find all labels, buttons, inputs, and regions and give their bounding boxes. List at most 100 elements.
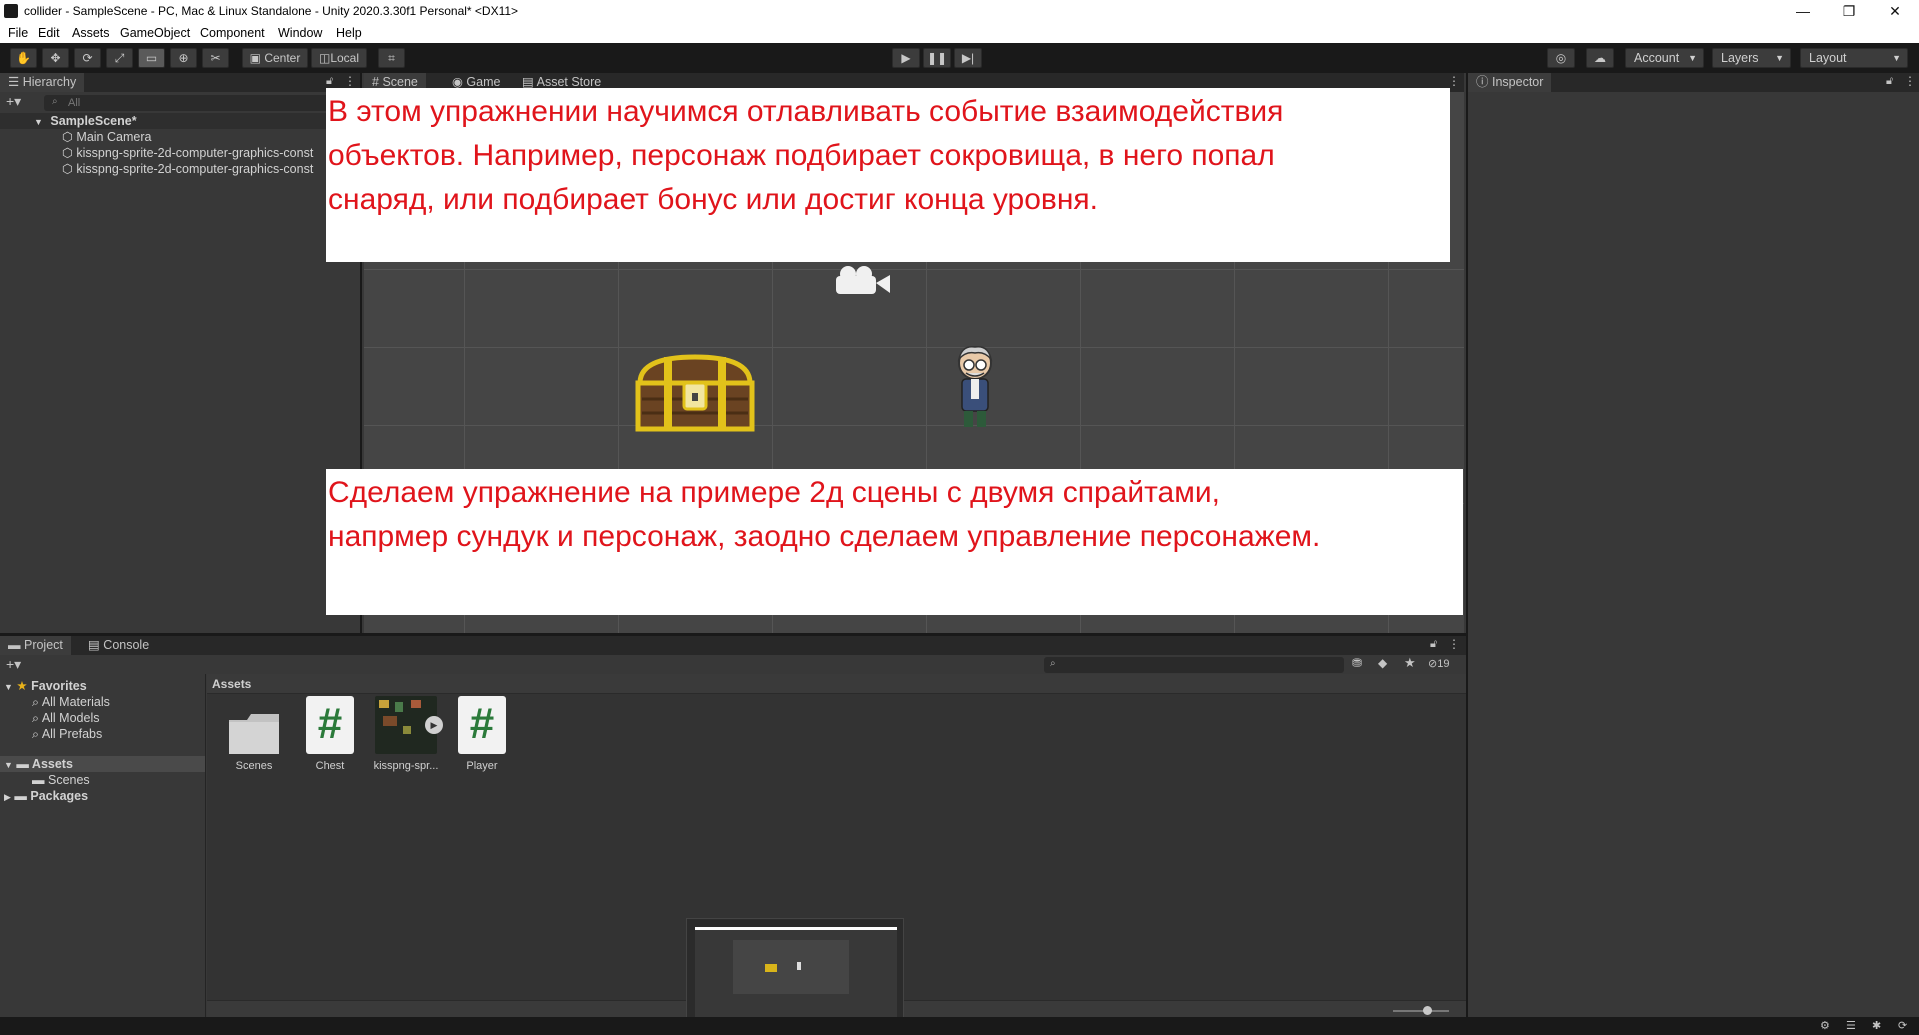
auto-generate-lighting-icon[interactable]: ⚙ — [1820, 1019, 1830, 1032]
tree-favorite-item[interactable]: ⌕ All Models — [32, 710, 99, 726]
more-options-icon[interactable]: ⋮ — [1448, 637, 1460, 651]
pause-button[interactable]: ❚❚ — [923, 48, 951, 68]
hierarchy-search-input[interactable]: All — [44, 95, 354, 111]
close-button[interactable]: ✕ — [1872, 1, 1918, 21]
account-label: Account — [1634, 51, 1680, 65]
menu-component[interactable]: Component — [200, 26, 265, 40]
cloud-icon[interactable]: ☁ — [1586, 48, 1614, 68]
filter-label-icon[interactable]: ◆ — [1378, 656, 1387, 670]
hierarchy-item[interactable]: ⬡ kisspng-sprite-2d-computer-graphics-co… — [62, 161, 313, 177]
favorite-star-icon[interactable]: ★ — [1404, 655, 1416, 671]
tutorial-note-bottom: Сделаем упражнение на примере 2д сцены с… — [326, 469, 1463, 615]
pivot-center-toggle[interactable]: ▣ Center — [242, 48, 308, 68]
layers-dropdown[interactable]: Layers ▼ — [1712, 48, 1791, 68]
tab-console[interactable]: ▤ Console — [80, 636, 157, 655]
list-icon: ☰ — [8, 75, 20, 89]
breadcrumb: Assets — [207, 674, 1466, 694]
grid-snap-icon[interactable]: ⌗ — [378, 48, 405, 68]
menu-edit[interactable]: Edit — [38, 26, 60, 40]
account-dropdown[interactable]: Account ▼ — [1625, 48, 1704, 68]
hierarchy-header: ☰ Hierarchy 🔓︎ ⋮ — [0, 73, 360, 92]
preview-image — [695, 927, 897, 1030]
breadcrumb-assets[interactable]: Assets — [212, 677, 251, 691]
custom-tool-icon[interactable]: ✂ — [202, 48, 229, 68]
add-object-button[interactable]: +▾ — [6, 93, 21, 110]
restore-button[interactable]: ❐ — [1826, 1, 1872, 21]
main-toolbar: ✋ ✥ ⟳ ⤢ ▭ ⊕ ✂ ▣ Center ◫Local ⌗ ▶ ❚❚ ▶| … — [0, 43, 1919, 73]
lock-icon[interactable]: 🔓︎ — [1430, 638, 1437, 651]
layout-label: Layout — [1809, 51, 1847, 65]
tree-assets[interactable]: ▼ ▬ Assets — [0, 756, 205, 772]
tab-project[interactable]: ▬ Project — [0, 636, 71, 655]
menu-gameobject[interactable]: GameObject — [120, 26, 190, 40]
space-local-toggle[interactable]: ◫Local — [311, 48, 367, 68]
lock-icon[interactable]: 🔓︎ — [1886, 75, 1893, 88]
collab-icon[interactable]: ◎ — [1547, 48, 1575, 68]
camera-gizmo-icon[interactable] — [830, 261, 894, 300]
play-button[interactable]: ▶ — [892, 48, 920, 68]
inspector-tab-label: Inspector — [1492, 75, 1544, 89]
hierarchy-item[interactable]: ⬡ kisspng-sprite-2d-computer-graphics-co… — [62, 145, 313, 161]
tab-hierarchy[interactable]: ☰ Hierarchy — [0, 73, 85, 92]
hidden-count: 19 — [1437, 658, 1450, 670]
gameobject-icon: ⬡ — [62, 130, 73, 144]
star-icon: ★ — [16, 679, 28, 693]
menu-help[interactable]: Help — [336, 26, 362, 40]
more-options-icon[interactable]: ⋮ — [1448, 74, 1460, 88]
rotate-tool-icon[interactable]: ⟳ — [74, 48, 101, 68]
favorite-item-label: All Materials — [41, 695, 110, 709]
create-asset-button[interactable]: +▾ — [6, 656, 21, 673]
debug-icon[interactable]: ✱ — [1872, 1019, 1881, 1032]
note-line: Сделаем упражнение на примере 2д сцены с… — [328, 476, 1220, 509]
hierarchy-item[interactable]: ⬡ Main Camera — [62, 129, 151, 145]
scene-root-row[interactable]: ▼ SampleScene* — [0, 113, 360, 129]
menu-assets[interactable]: Assets — [72, 26, 110, 40]
menu-window[interactable]: Window — [278, 26, 322, 40]
chest-sprite[interactable] — [634, 353, 756, 436]
scale-tool-icon[interactable]: ⤢ — [106, 48, 133, 68]
tree-favorite-item[interactable]: ⌕ All Prefabs — [32, 726, 102, 742]
packages-label: Packages — [30, 789, 89, 803]
cube-icon: ◫ — [318, 51, 331, 65]
asset-store-tab-label: Asset Store — [536, 75, 602, 89]
player-sprite[interactable] — [950, 343, 1000, 436]
hand-tool-icon[interactable]: ✋ — [10, 48, 37, 68]
chevron-right-icon: ▶ — [4, 792, 11, 802]
icon-size-slider[interactable] — [1393, 1010, 1449, 1012]
cache-icon[interactable]: ☰ — [1846, 1019, 1856, 1032]
filter-type-icon[interactable]: ⛃ — [1352, 656, 1362, 670]
move-tool-icon[interactable]: ✥ — [42, 48, 69, 68]
slider-handle[interactable] — [1423, 1006, 1432, 1015]
tree-favorites[interactable]: ▼ ★ Favorites — [4, 678, 87, 694]
tree-favorite-item[interactable]: ⌕ All Materials — [32, 694, 110, 710]
progress-icon[interactable]: ⟳ — [1898, 1019, 1907, 1032]
tab-inspector[interactable]: ⓘ Inspector — [1468, 73, 1552, 92]
minimize-button[interactable]: — — [1780, 1, 1826, 21]
search-icon: ⌕ — [32, 695, 40, 709]
pivot-icon: ▣ — [249, 51, 261, 65]
asset-label: Scenes — [235, 760, 273, 772]
transform-tool-icon[interactable]: ⊕ — [170, 48, 197, 68]
info-icon: ⓘ — [1476, 75, 1489, 89]
tree-packages[interactable]: ▶ ▬ Packages — [4, 788, 88, 804]
window-title-bar: collider - SampleScene - PC, Mac & Linux… — [0, 0, 1919, 22]
favorites-label: Favorites — [31, 679, 87, 693]
menu-file[interactable]: File — [8, 26, 28, 40]
project-search-input[interactable]: ⌕ — [1044, 657, 1344, 673]
hierarchy-item-label: Main Camera — [76, 130, 152, 144]
scene-name: SampleScene* — [50, 114, 137, 128]
step-button[interactable]: ▶| — [954, 48, 982, 68]
folder-open-icon: ▬ — [16, 757, 29, 771]
search-icon: ⌕ — [32, 711, 40, 725]
inspector-panel: ⓘ Inspector 🔓︎ ⋮ — [1466, 73, 1919, 1017]
hidden-packages-toggle[interactable]: ⊘19 — [1428, 657, 1449, 670]
lock-icon[interactable]: 🔓︎ — [326, 75, 333, 88]
search-icon: ⌕ — [1050, 658, 1056, 669]
expand-arrow-icon[interactable]: ▶ — [425, 716, 443, 734]
more-options-icon[interactable]: ⋮ — [1904, 74, 1916, 88]
more-options-icon[interactable]: ⋮ — [344, 74, 356, 88]
rect-tool-icon[interactable]: ▭ — [138, 48, 165, 68]
tree-folder[interactable]: ▬ Scenes — [32, 772, 90, 788]
project-tree: ▼ ★ Favorites ⌕ All Materials ⌕ All Mode… — [0, 674, 206, 1020]
layout-dropdown[interactable]: Layout ▼ — [1800, 48, 1908, 68]
